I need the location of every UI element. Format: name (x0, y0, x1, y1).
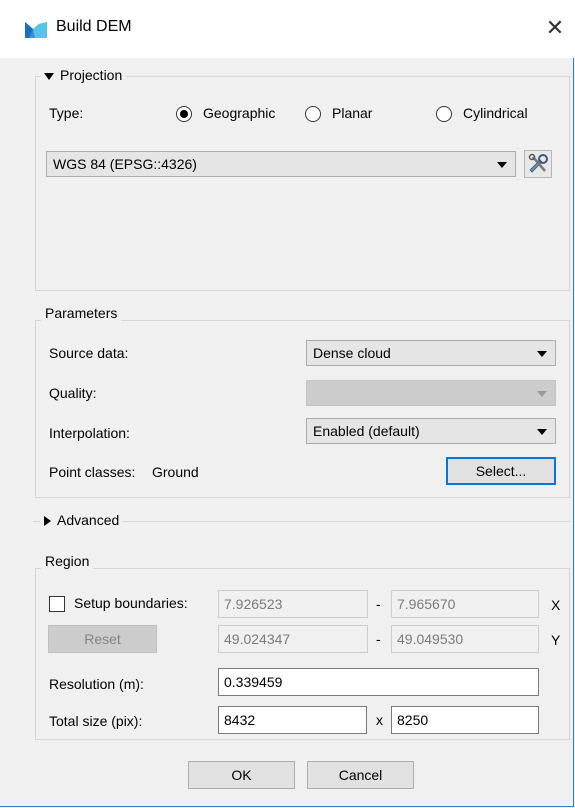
select-point-classes-button[interactable]: Select... (446, 457, 556, 485)
radio-planar[interactable] (305, 106, 321, 122)
source-data-label: Source data: (49, 345, 129, 361)
y-min-value: 49.024347 (224, 631, 291, 647)
total-size-label: Total size (pix): (49, 713, 143, 729)
app-logo-icon (25, 22, 47, 38)
resolution-input[interactable]: 0.339459 (218, 668, 539, 696)
parameters-title: Parameters (41, 305, 122, 321)
projection-toggle[interactable]: Projection (40, 67, 127, 83)
window-title: Build DEM (56, 18, 132, 35)
crs-value: WGS 84 (EPSG::4326) (53, 156, 197, 172)
radio-geographic-label[interactable]: Geographic (203, 105, 275, 121)
point-classes-label: Point classes: (49, 464, 136, 480)
interpolation-select[interactable]: Enabled (default) (306, 418, 556, 444)
radio-cylindrical-label[interactable]: Cylindrical (463, 105, 528, 121)
resolution-value: 0.339459 (224, 674, 283, 690)
radio-planar-label[interactable]: Planar (332, 105, 372, 121)
title-bar: Build DEM ✕ (0, 0, 575, 58)
total-height-value: 8250 (397, 712, 429, 728)
x-min-input[interactable]: 7.926523 (218, 590, 368, 618)
x-axis-label: X (551, 597, 561, 613)
y-max-value: 49.049530 (397, 631, 464, 647)
quality-label: Quality: (49, 385, 97, 401)
setup-boundaries-label[interactable]: Setup boundaries: (74, 595, 188, 611)
x-max-input[interactable]: 7.965670 (391, 590, 539, 618)
crs-settings-icon[interactable] (524, 150, 552, 178)
y-range-dash: - (376, 631, 381, 647)
interpolation-label: Interpolation: (49, 425, 130, 441)
total-width-input[interactable]: 8432 (218, 706, 367, 734)
source-data-value: Dense cloud (313, 345, 391, 361)
collapse-triangle-icon (44, 72, 54, 80)
source-data-select[interactable]: Dense cloud (306, 340, 556, 366)
quality-select[interactable] (306, 380, 556, 406)
x-range-dash: - (376, 596, 381, 612)
x-min-value: 7.926523 (224, 596, 283, 612)
advanced-toggle[interactable]: Advanced (40, 512, 124, 528)
y-axis-label: Y (551, 632, 561, 648)
total-width-value: 8432 (224, 712, 256, 728)
dropdown-arrow-icon (537, 391, 547, 397)
total-height-input[interactable]: 8250 (391, 706, 539, 734)
point-classes-value: Ground (152, 464, 199, 480)
x-max-value: 7.965670 (397, 596, 456, 612)
expand-triangle-icon (44, 516, 51, 527)
times-symbol: x (376, 712, 383, 728)
radio-geographic[interactable] (176, 106, 192, 122)
crs-select[interactable]: WGS 84 (EPSG::4326) (46, 151, 516, 177)
setup-boundaries-checkbox[interactable] (49, 596, 65, 612)
dropdown-arrow-icon (537, 429, 547, 435)
dropdown-arrow-icon (537, 351, 547, 357)
advanced-title: Advanced (57, 512, 120, 528)
radio-cylindrical[interactable] (436, 106, 452, 122)
y-min-input[interactable]: 49.024347 (218, 625, 368, 653)
close-icon[interactable]: ✕ (540, 10, 570, 46)
region-title: Region (41, 553, 94, 569)
y-max-input[interactable]: 49.049530 (391, 625, 539, 653)
resolution-label: Resolution (m): (49, 676, 144, 692)
build-dem-dialog: Build DEM ✕ Projection Type: Geographic … (0, 0, 575, 807)
projection-title: Projection (60, 67, 123, 83)
dropdown-arrow-icon (497, 162, 507, 168)
ok-button[interactable]: OK (188, 761, 295, 789)
type-label: Type: (49, 105, 84, 121)
reset-button[interactable]: Reset (48, 625, 157, 653)
interpolation-value: Enabled (default) (313, 423, 420, 439)
cancel-button[interactable]: Cancel (307, 761, 414, 789)
